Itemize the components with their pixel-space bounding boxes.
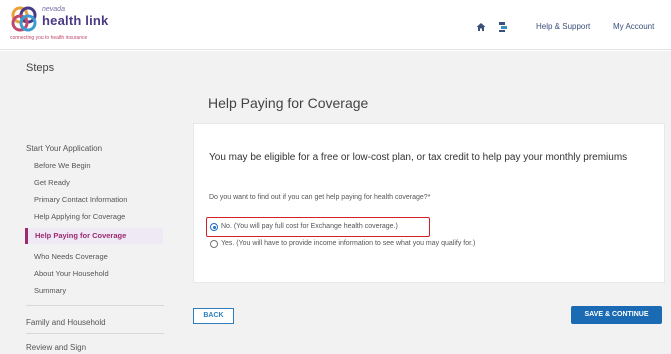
sidebar-divider (26, 305, 164, 306)
home-icon[interactable] (476, 22, 486, 32)
accessibility-icon[interactable] (497, 21, 509, 33)
logo-main-text: health link (42, 13, 109, 28)
sidebar-item-primary-contact[interactable]: Primary Contact Information (34, 195, 127, 204)
sidebar-section-family[interactable]: Family and Household (26, 318, 106, 327)
option-no-label[interactable]: No. (You will pay full cost for Exchange… (221, 223, 398, 230)
logo-mark-icon (11, 6, 37, 32)
sidebar-item-summary[interactable]: Summary (34, 286, 66, 295)
help-support-link[interactable]: Help & Support (536, 22, 590, 31)
card-heading: You may be eligible for a free or low-co… (209, 152, 628, 163)
page-title: Help Paying for Coverage (208, 95, 369, 111)
sidebar-divider (26, 333, 164, 334)
sidebar-item-help-applying[interactable]: Help Applying for Coverage (34, 212, 125, 221)
site-header: nevada health link connecting you to hea… (0, 0, 671, 50)
option-yes-radio[interactable] (210, 240, 218, 248)
nevada-health-link-logo[interactable]: nevada health link connecting you to hea… (10, 5, 120, 43)
sidebar-item-about-household[interactable]: About Your Household (34, 269, 109, 278)
option-yes-label[interactable]: Yes. (You will have to provide income in… (221, 240, 475, 247)
back-button[interactable]: BACK (193, 308, 234, 324)
question-card (193, 123, 665, 283)
sidebar-item-before-we-begin[interactable]: Before We Begin (34, 161, 91, 170)
logo-small-text: nevada (42, 6, 65, 13)
sidebar-item-help-paying[interactable]: Help Paying for Coverage (35, 231, 126, 240)
steps-title: Steps (26, 62, 55, 74)
question-text: Do you want to find out if you can get h… (209, 194, 431, 201)
my-account-link[interactable]: My Account (613, 22, 654, 31)
sidebar-item-get-ready[interactable]: Get Ready (34, 178, 70, 187)
sidebar-item-who-needs-coverage[interactable]: Who Needs Coverage (34, 252, 108, 261)
sidebar-section-review[interactable]: Review and Sign (26, 343, 86, 352)
logo-tagline: connecting you to health insurance (10, 35, 88, 41)
option-no-radio[interactable] (210, 223, 218, 231)
save-continue-button[interactable]: SAVE & CONTINUE (571, 306, 662, 324)
sidebar-section-start[interactable]: Start Your Application (26, 144, 102, 153)
